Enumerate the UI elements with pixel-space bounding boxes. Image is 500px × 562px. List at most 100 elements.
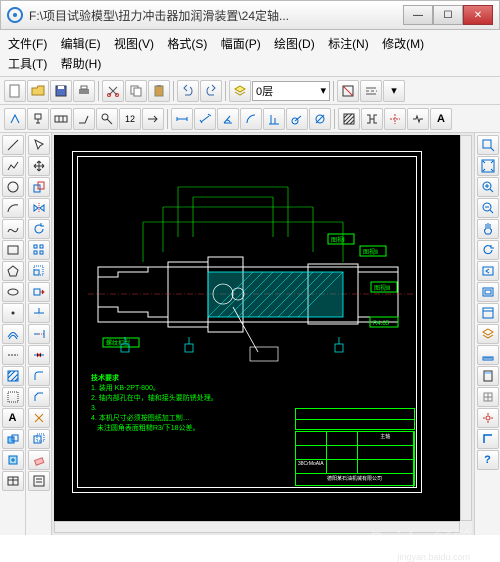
horizontal-scrollbar[interactable] <box>54 521 460 533</box>
help-button[interactable]: ? <box>477 450 499 470</box>
hatch-button[interactable] <box>338 108 360 130</box>
block-tool[interactable] <box>2 429 24 449</box>
calc-button[interactable] <box>477 366 499 386</box>
copy-tool[interactable] <box>28 177 50 197</box>
maximize-button[interactable]: ☐ <box>433 5 463 25</box>
arc-tool[interactable] <box>2 198 24 218</box>
view-all-button[interactable] <box>477 282 499 302</box>
text-button[interactable]: A <box>430 108 452 130</box>
paste-button[interactable] <box>148 80 170 102</box>
stretch-tool[interactable] <box>28 282 50 302</box>
text-tool[interactable]: A <box>2 408 24 428</box>
ortho-button[interactable] <box>477 429 499 449</box>
spline-tool[interactable] <box>2 219 24 239</box>
insert-block-tool[interactable] <box>2 450 24 470</box>
watermark-url: jingyan.baidu.com <box>397 552 470 562</box>
copy-button[interactable] <box>125 80 147 102</box>
datum-button[interactable] <box>27 108 49 130</box>
offset-tool[interactable] <box>28 429 50 449</box>
extend-tool[interactable] <box>28 324 50 344</box>
properties-tool[interactable] <box>28 471 50 491</box>
named-views-button[interactable] <box>477 303 499 323</box>
zoom-window-button[interactable] <box>477 135 499 155</box>
menu-format[interactable]: 格式(S) <box>167 37 207 51</box>
grid-button[interactable] <box>477 387 499 407</box>
roughness-button[interactable] <box>4 108 26 130</box>
array-tool[interactable] <box>28 240 50 260</box>
number-button[interactable]: 12 <box>119 108 141 130</box>
layers-icon[interactable] <box>229 80 251 102</box>
zoom-in-button[interactable] <box>477 177 499 197</box>
tolerance-button[interactable] <box>50 108 72 130</box>
fillet-tool[interactable] <box>28 366 50 386</box>
close-button[interactable]: ✕ <box>463 5 493 25</box>
dropdown-icon[interactable]: ▾ <box>383 80 405 102</box>
polyline-tool[interactable] <box>2 156 24 176</box>
balloon-button[interactable] <box>96 108 118 130</box>
explode-tool[interactable] <box>28 408 50 428</box>
menu-help[interactable]: 帮助(H) <box>61 57 102 71</box>
dim-diameter-button[interactable] <box>309 108 331 130</box>
zoom-extents-button[interactable] <box>477 156 499 176</box>
trim-tool[interactable] <box>28 303 50 323</box>
open-button[interactable] <box>27 80 49 102</box>
layer-selector[interactable]: 0层▾ <box>252 81 330 101</box>
centerline-button[interactable] <box>384 108 406 130</box>
vertical-scrollbar[interactable] <box>460 135 472 521</box>
menu-pane[interactable]: 幅面(P) <box>221 37 261 51</box>
rectangle-tool[interactable] <box>2 240 24 260</box>
new-button[interactable] <box>4 80 26 102</box>
measure-button[interactable] <box>477 345 499 365</box>
print-button[interactable] <box>73 80 95 102</box>
polygon-tool[interactable] <box>2 261 24 281</box>
undo-button[interactable] <box>177 80 199 102</box>
drawing-canvas[interactable]: 图视Ⅰ 图视Ⅱ 图视Ⅲ R4.65 螺纹扣型 技术要求 1. 装用 KB-2PT… <box>54 135 472 533</box>
point-tool[interactable] <box>2 303 24 323</box>
mirror-tool[interactable] <box>28 198 50 218</box>
select-tool[interactable] <box>28 135 50 155</box>
pan-button[interactable] <box>477 219 499 239</box>
view-prev-button[interactable] <box>477 261 499 281</box>
cut-button[interactable] <box>102 80 124 102</box>
linetype-button[interactable] <box>360 80 382 102</box>
scale-tool[interactable] <box>28 261 50 281</box>
layer-states-button[interactable] <box>477 324 499 344</box>
save-button[interactable] <box>50 80 72 102</box>
construction-line-tool[interactable] <box>2 345 24 365</box>
chamfer-tool[interactable] <box>28 387 50 407</box>
snap-button[interactable] <box>477 408 499 428</box>
menu-file[interactable]: 文件(F) <box>8 37 47 51</box>
arrow-button[interactable] <box>142 108 164 130</box>
line-tool[interactable] <box>2 135 24 155</box>
dim-aligned-button[interactable] <box>194 108 216 130</box>
break-tool[interactable] <box>28 345 50 365</box>
erase-tool[interactable] <box>28 450 50 470</box>
ellipse-tool[interactable] <box>2 282 24 302</box>
weld-button[interactable] <box>73 108 95 130</box>
menu-annot[interactable]: 标注(N) <box>328 37 369 51</box>
menu-modify[interactable]: 修改(M) <box>382 37 424 51</box>
move-tool[interactable] <box>28 156 50 176</box>
rotate-tool[interactable] <box>28 219 50 239</box>
menu-draw[interactable]: 绘图(D) <box>274 37 315 51</box>
dim-linear-button[interactable] <box>171 108 193 130</box>
circle-tool[interactable] <box>2 177 24 197</box>
zoom-out-button[interactable] <box>477 198 499 218</box>
section-button[interactable] <box>361 108 383 130</box>
region-tool[interactable] <box>2 387 24 407</box>
break-button[interactable] <box>407 108 429 130</box>
dim-radius-button[interactable] <box>286 108 308 130</box>
menu-edit[interactable]: 编辑(E) <box>61 37 101 51</box>
dim-angular-button[interactable] <box>217 108 239 130</box>
table-tool[interactable] <box>2 471 24 491</box>
color-button[interactable] <box>337 80 359 102</box>
offset-curve-tool[interactable] <box>2 324 24 344</box>
redo-button[interactable] <box>200 80 222 102</box>
menu-tools[interactable]: 工具(T) <box>8 57 47 71</box>
hatch-tool[interactable] <box>2 366 24 386</box>
dim-arc-button[interactable] <box>240 108 262 130</box>
menu-view[interactable]: 视图(V) <box>114 37 154 51</box>
minimize-button[interactable]: — <box>403 5 433 25</box>
dim-ordinate-button[interactable] <box>263 108 285 130</box>
redraw-button[interactable] <box>477 240 499 260</box>
